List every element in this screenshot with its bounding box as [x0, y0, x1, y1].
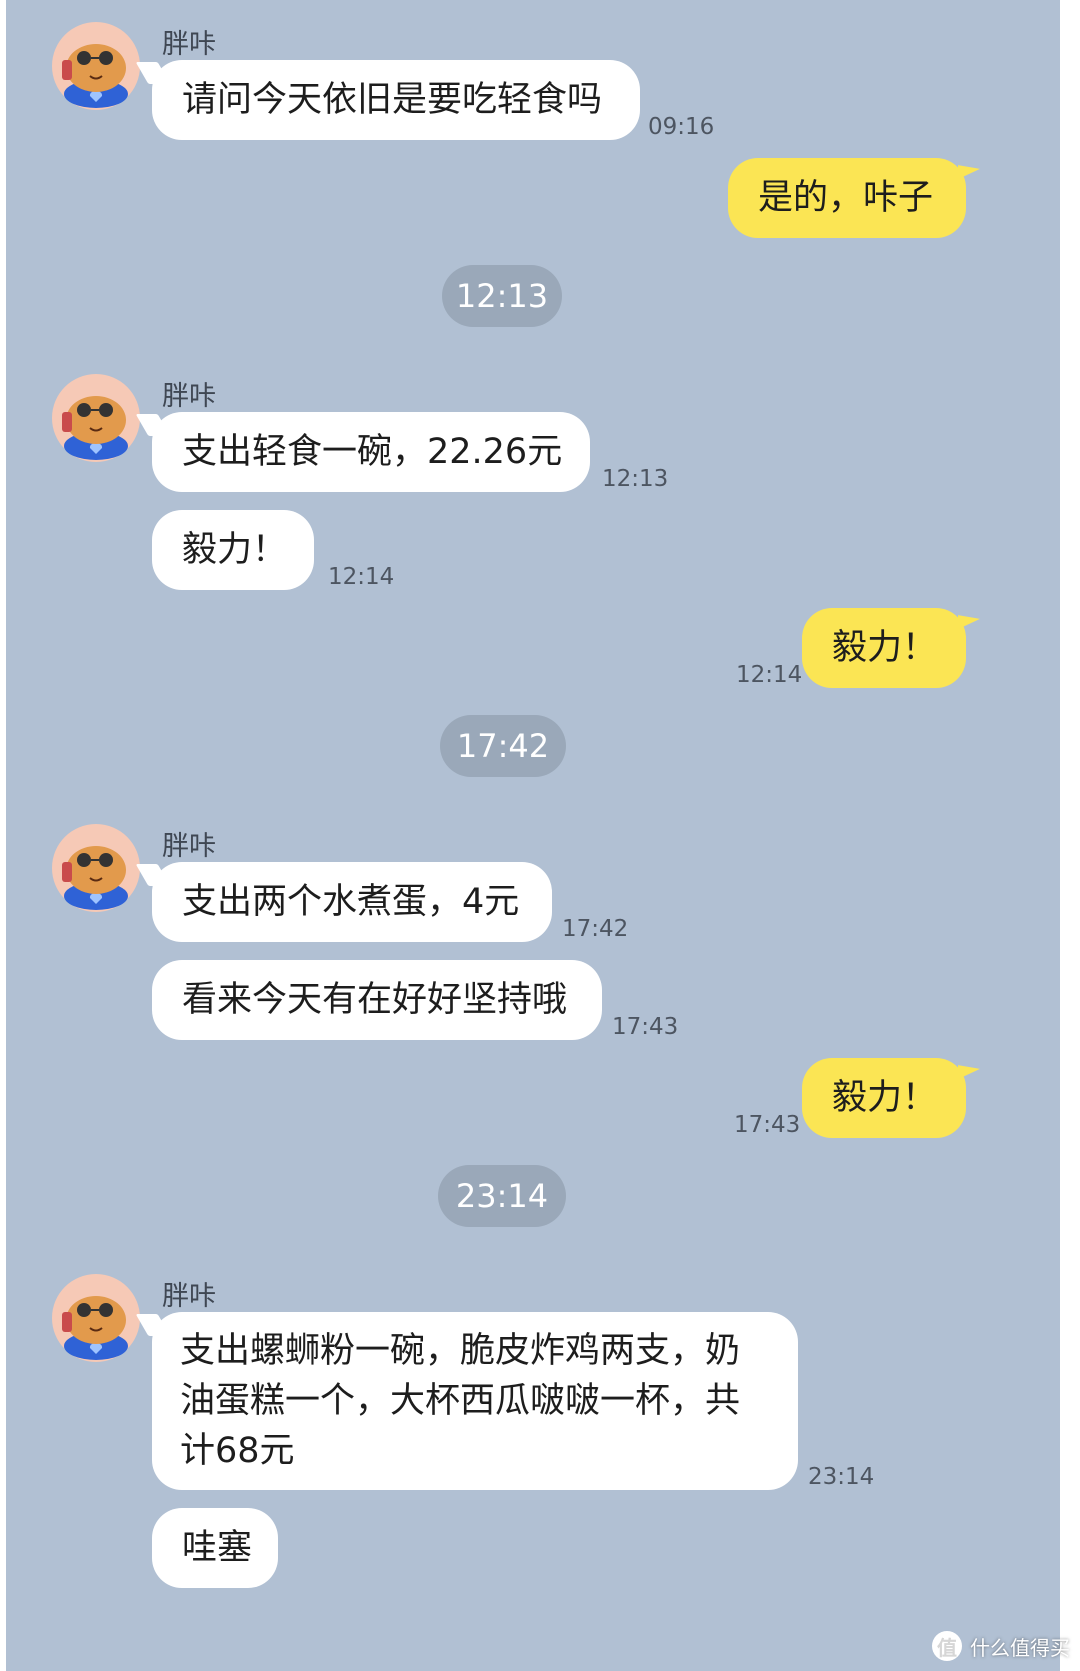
message-bubble-outgoing[interactable]: 是的，咔子: [728, 158, 966, 238]
message-time: 17:43: [612, 1014, 679, 1040]
sender-name: 胖咔: [162, 831, 216, 862]
message-bubble[interactable]: 看来今天有在好好坚持哦: [152, 960, 602, 1040]
watermark: 值 什么值得买: [932, 1631, 1070, 1661]
avatar-icon[interactable]: [50, 1272, 142, 1364]
message-time: 23:14: [808, 1464, 875, 1490]
avatar-icon[interactable]: [50, 822, 142, 914]
message-bubble[interactable]: 支出螺蛳粉一碗，脆皮炸鸡两支，奶油蛋糕一个，大杯西瓜啵啵一杯，共计68元: [152, 1312, 798, 1490]
chat-area[interactable]: 胖咔 请问今天依旧是要吃轻食吗 09:16 是的，咔子 12:13 胖咔 支出轻…: [6, 0, 1060, 1671]
message-bubble[interactable]: 哇塞: [152, 1508, 278, 1588]
message-time: 12:14: [328, 564, 395, 590]
message-bubble[interactable]: 支出两个水煮蛋，4元: [152, 862, 552, 942]
watermark-logo-icon: 值: [932, 1631, 962, 1661]
message-time: 17:42: [562, 916, 629, 942]
message-bubble[interactable]: 支出轻食一碗，22.26元: [152, 412, 590, 492]
message-time: 17:43: [734, 1112, 801, 1138]
avatar-icon[interactable]: [50, 372, 142, 464]
message-bubble[interactable]: 请问今天依旧是要吃轻食吗: [152, 60, 640, 140]
avatar-icon[interactable]: [50, 20, 142, 112]
watermark-text: 什么值得买: [970, 1635, 1070, 1660]
message-time: 12:13: [602, 466, 669, 492]
message-bubble-outgoing[interactable]: 毅力！: [802, 608, 966, 688]
sender-name: 胖咔: [162, 29, 216, 60]
message-time: 12:14: [736, 662, 803, 688]
time-divider: 23:14: [438, 1165, 566, 1227]
time-divider: 12:13: [442, 265, 562, 327]
message-time: 09:16: [648, 114, 715, 140]
message-bubble-outgoing[interactable]: 毅力！: [802, 1058, 966, 1138]
sender-name: 胖咔: [162, 1281, 216, 1312]
message-bubble[interactable]: 毅力！: [152, 510, 314, 590]
sender-name: 胖咔: [162, 381, 216, 412]
time-divider: 17:42: [440, 715, 566, 777]
